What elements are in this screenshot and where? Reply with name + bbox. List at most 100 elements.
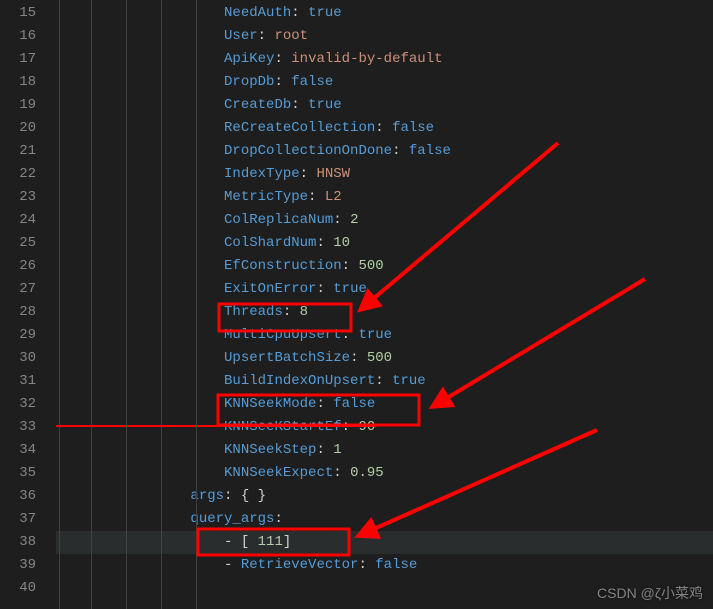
yaml-value: true bbox=[358, 327, 392, 343]
yaml-key: RetrieveVector bbox=[241, 557, 359, 573]
gutter-line-number: 15 bbox=[0, 2, 36, 25]
gutter-line-number: 34 bbox=[0, 439, 36, 462]
yaml-key: KNNSeekMode bbox=[224, 396, 316, 412]
code-line[interactable]: ExitOnError: true bbox=[56, 278, 713, 301]
yaml-key: UpsertBatchSize bbox=[224, 350, 350, 366]
yaml-value: 8 bbox=[300, 304, 308, 320]
gutter-line-number: 17 bbox=[0, 48, 36, 71]
yaml-key: User bbox=[224, 28, 258, 44]
code-line[interactable]: KNNSeeKStartEf: 90 bbox=[56, 416, 713, 439]
gutter-line-number: 18 bbox=[0, 71, 36, 94]
yaml-value: root bbox=[274, 28, 308, 44]
gutter-line-number: 20 bbox=[0, 117, 36, 140]
yaml-key: ColReplicaNum bbox=[224, 212, 333, 228]
yaml-value: true bbox=[308, 5, 342, 21]
gutter-line-number: 32 bbox=[0, 393, 36, 416]
code-line[interactable]: ColShardNum: 10 bbox=[56, 232, 713, 255]
gutter-line-number: 29 bbox=[0, 324, 36, 347]
yaml-value: false bbox=[392, 120, 434, 136]
yaml-key: DropDb bbox=[224, 74, 274, 90]
yaml-key: ReCreateCollection bbox=[224, 120, 375, 136]
gutter-line-number: 21 bbox=[0, 140, 36, 163]
gutter-line-number: 22 bbox=[0, 163, 36, 186]
yaml-value: false bbox=[333, 396, 375, 412]
gutter-line-number: 28 bbox=[0, 301, 36, 324]
gutter-line-number: 19 bbox=[0, 94, 36, 117]
yaml-value: L2 bbox=[325, 189, 342, 205]
yaml-key: KNNSeeKStartEf bbox=[224, 419, 342, 435]
yaml-key: KNNSeekExpect bbox=[224, 465, 333, 481]
yaml-value: invalid-by-default bbox=[291, 51, 442, 67]
gutter-line-number: 33 bbox=[0, 416, 36, 439]
code-line[interactable]: KNNSeekExpect: 0.95 bbox=[56, 462, 713, 485]
code-line[interactable]: ApiKey: invalid-by-default bbox=[56, 48, 713, 71]
code-line[interactable]: args: { } bbox=[56, 485, 713, 508]
code-line[interactable]: - [ 111] bbox=[56, 531, 713, 554]
gutter-line-number: 38 bbox=[0, 531, 36, 554]
yaml-value: false bbox=[375, 557, 417, 573]
yaml-key: ExitOnError bbox=[224, 281, 316, 297]
list-dash: - bbox=[224, 557, 241, 573]
code-line[interactable]: ColReplicaNum: 2 bbox=[56, 209, 713, 232]
gutter-line-number: 39 bbox=[0, 554, 36, 577]
gutter-line-number: 16 bbox=[0, 25, 36, 48]
code-line[interactable]: MultiCpuUpsert: true bbox=[56, 324, 713, 347]
yaml-key: KNNSeekStep bbox=[224, 442, 316, 458]
code-line[interactable]: User: root bbox=[56, 25, 713, 48]
yaml-key: MetricType bbox=[224, 189, 308, 205]
gutter-line-number: 24 bbox=[0, 209, 36, 232]
gutter-line-number: 25 bbox=[0, 232, 36, 255]
gutter-line-number: 30 bbox=[0, 347, 36, 370]
gutter-line-number: 23 bbox=[0, 186, 36, 209]
code-line[interactable]: IndexType: HNSW bbox=[56, 163, 713, 186]
yaml-key: BuildIndexOnUpsert bbox=[224, 373, 375, 389]
yaml-value: 90 bbox=[358, 419, 375, 435]
gutter-line-number: 40 bbox=[0, 577, 36, 600]
gutter-line-number: 26 bbox=[0, 255, 36, 278]
yaml-key: ColShardNum bbox=[224, 235, 316, 251]
yaml-value: 1 bbox=[333, 442, 341, 458]
yaml-key: query_args bbox=[190, 511, 274, 527]
yaml-value: 2 bbox=[350, 212, 358, 228]
code-line[interactable]: ReCreateCollection: false bbox=[56, 117, 713, 140]
yaml-key: Threads bbox=[224, 304, 283, 320]
yaml-value: false bbox=[291, 74, 333, 90]
code-line[interactable]: UpsertBatchSize: 500 bbox=[56, 347, 713, 370]
code-line[interactable]: KNNSeekMode: false bbox=[56, 393, 713, 416]
watermark: CSDN @ζ小菜鸡 bbox=[597, 583, 703, 603]
gutter-line-number: 31 bbox=[0, 370, 36, 393]
code-line[interactable]: - RetrieveVector: false bbox=[56, 554, 713, 577]
yaml-key: DropCollectionOnDone bbox=[224, 143, 392, 159]
yaml-value: 10 bbox=[333, 235, 350, 251]
yaml-value: true bbox=[308, 97, 342, 113]
code-line[interactable]: BuildIndexOnUpsert: true bbox=[56, 370, 713, 393]
code-line[interactable]: CreateDb: true bbox=[56, 94, 713, 117]
yaml-key: EfConstruction bbox=[224, 258, 342, 274]
yaml-value: 500 bbox=[358, 258, 383, 274]
code-line[interactable]: query_args: bbox=[56, 508, 713, 531]
yaml-value: 0.95 bbox=[350, 465, 384, 481]
yaml-key: MultiCpuUpsert bbox=[224, 327, 342, 343]
yaml-key: NeedAuth bbox=[224, 5, 291, 21]
yaml-value: true bbox=[392, 373, 426, 389]
yaml-value: { } bbox=[241, 488, 266, 504]
yaml-key: IndexType bbox=[224, 166, 300, 182]
gutter-line-number: 35 bbox=[0, 462, 36, 485]
code-line[interactable]: MetricType: L2 bbox=[56, 186, 713, 209]
gutter-line-number: 37 bbox=[0, 508, 36, 531]
yaml-key: ApiKey bbox=[224, 51, 274, 67]
code-line[interactable]: Threads: 8 bbox=[56, 301, 713, 324]
yaml-value: 500 bbox=[367, 350, 392, 366]
yaml-value: true bbox=[333, 281, 367, 297]
yaml-value: 111 bbox=[258, 534, 283, 550]
yaml-value: false bbox=[409, 143, 451, 159]
code-line[interactable]: DropCollectionOnDone: false bbox=[56, 140, 713, 163]
code-line[interactable]: KNNSeekStep: 1 bbox=[56, 439, 713, 462]
list-dash: - bbox=[224, 534, 241, 550]
code-line[interactable]: NeedAuth: true bbox=[56, 2, 713, 25]
code-line[interactable]: DropDb: false bbox=[56, 71, 713, 94]
yaml-value: HNSW bbox=[316, 166, 350, 182]
code-line[interactable]: EfConstruction: 500 bbox=[56, 255, 713, 278]
gutter-line-number: 36 bbox=[0, 485, 36, 508]
yaml-key: CreateDb bbox=[224, 97, 291, 113]
